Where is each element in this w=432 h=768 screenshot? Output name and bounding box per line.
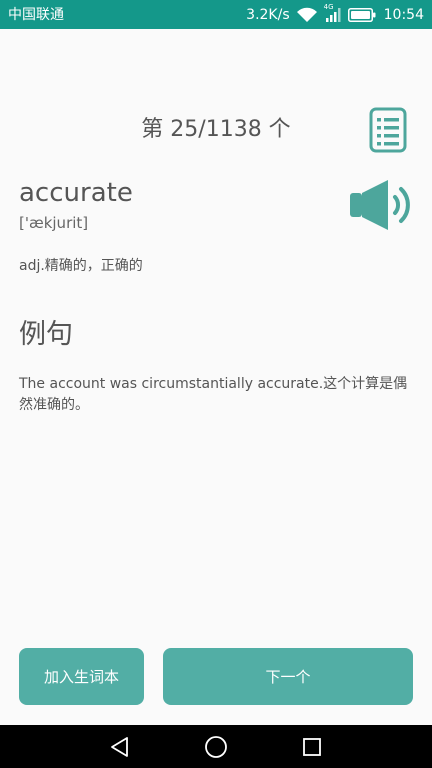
wifi-icon (296, 7, 317, 22)
system-nav-bar (0, 725, 432, 768)
signal-icon: 4G (324, 3, 342, 23)
add-to-vocabulary-label: 加入生词本 (43, 668, 119, 686)
next-word-label: 下一个 (265, 668, 311, 686)
word-phonetic: ['ækjurit] (19, 214, 89, 232)
word-list-button[interactable] (368, 107, 408, 153)
clock: 10:54 (383, 7, 424, 23)
add-to-vocabulary-button[interactable]: 加入生词本 (19, 648, 144, 705)
word-text: accurate (19, 178, 133, 208)
home-button[interactable] (204, 735, 228, 759)
home-icon (205, 736, 227, 758)
word-meaning: adj.精确的，正确的 (19, 258, 143, 274)
status-indicators: 3.2K/s 4G 10:54 (246, 3, 424, 25)
recent-apps-icon (303, 738, 321, 756)
example-heading: 例句 (19, 319, 73, 350)
back-icon (111, 737, 128, 757)
battery-icon (347, 8, 376, 22)
carrier-name: 中国联通 (8, 7, 64, 23)
network-speed: 3.2K/s (246, 7, 290, 23)
back-button[interactable] (108, 735, 132, 759)
word-list-icon (369, 107, 407, 153)
next-word-button[interactable]: 下一个 (163, 648, 413, 705)
recent-apps-button[interactable] (300, 735, 324, 759)
pronounce-button[interactable] (348, 177, 414, 233)
status-bar: 中国联通 3.2K/s 4G 10:54 (0, 0, 432, 29)
example-sentence: The account was circumstantially accurat… (19, 376, 408, 413)
speaker-icon (350, 180, 410, 230)
